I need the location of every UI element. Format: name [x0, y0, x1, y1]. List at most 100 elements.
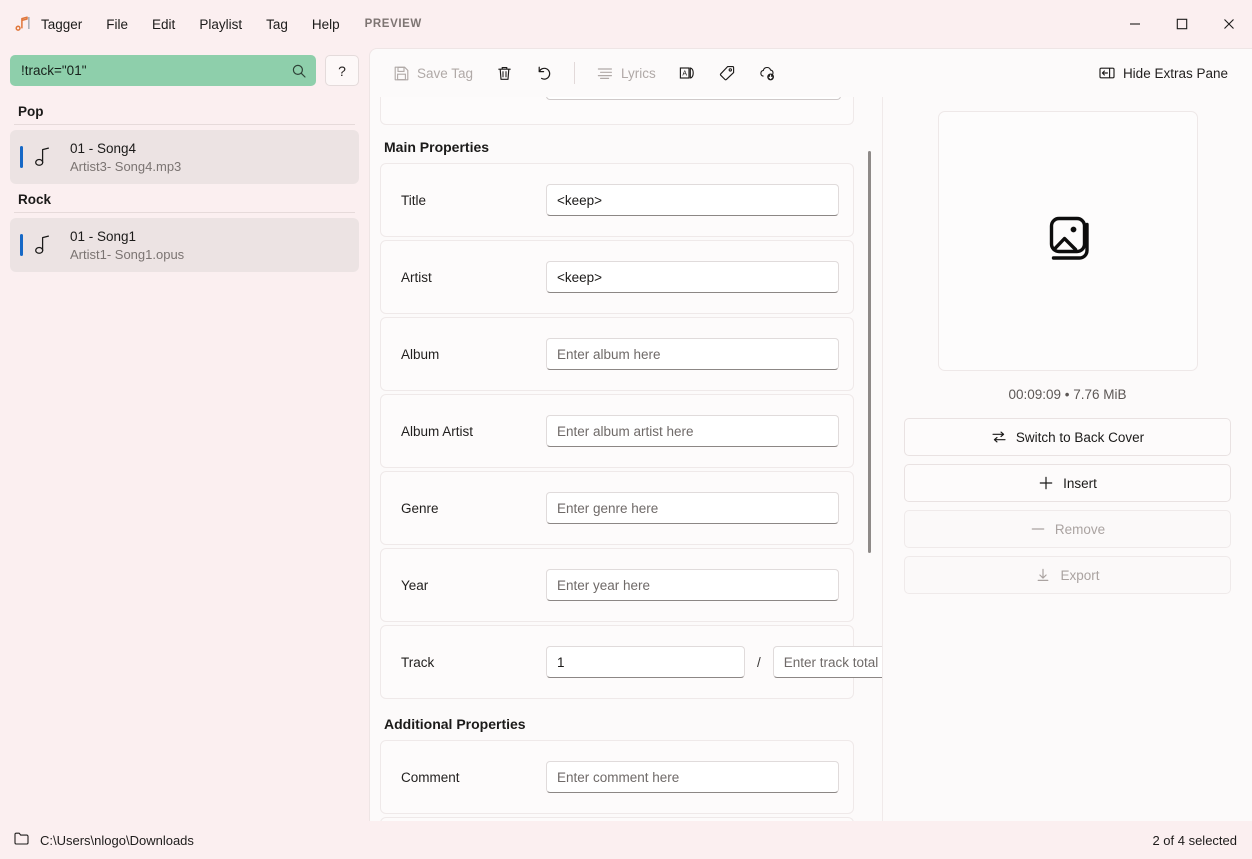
status-path-group[interactable]: C:\Users\nlogo\Downloads	[13, 830, 194, 850]
track-group-pop: Pop 01 - Song4 Artist3- Song4.mp3	[10, 98, 359, 184]
insert-cover-button[interactable]: Insert	[904, 464, 1231, 502]
content-pane: Save Tag Lyrics A Hide Extras Pane Main …	[369, 48, 1252, 821]
text-box-icon: A	[678, 64, 696, 82]
search-input[interactable]	[21, 63, 291, 78]
group-divider	[14, 124, 355, 125]
track-title: 01 - Song4	[70, 140, 137, 156]
trash-icon	[495, 64, 513, 82]
status-bar: C:\Users\nlogo\Downloads 2 of 4 selected	[0, 821, 1252, 859]
field-label: Year	[401, 577, 429, 593]
track-total-input[interactable]	[772, 646, 882, 678]
properties-scroll-area[interactable]: Main Properties Title Artist Album	[380, 97, 882, 821]
list-item[interactable]: 01 - Song4 Artist3- Song4.mp3	[10, 130, 359, 184]
menu-item-edit[interactable]: Edit	[140, 13, 187, 36]
menu-bar: Tagger File Edit Playlist Tag Help PREVI…	[41, 13, 422, 36]
toolbar-divider	[574, 62, 576, 84]
hide-extras-pane-label: Hide Extras Pane	[1122, 65, 1228, 81]
save-icon	[392, 64, 410, 82]
tagger-window: Tagger File Edit Playlist Tag Help PREVI…	[0, 0, 1252, 859]
field-genre: Genre	[380, 471, 854, 545]
genre-input[interactable]	[546, 492, 839, 524]
group-header-label: Pop	[18, 104, 44, 119]
image-placeholder-icon	[1037, 208, 1099, 275]
save-tag-button[interactable]: Save Tag	[382, 57, 483, 89]
list-item-texts: 01 - Song1 Artist1- Song1.opus	[70, 229, 184, 262]
comment-input[interactable]	[546, 761, 839, 793]
search-icon[interactable]	[291, 63, 307, 79]
field-label: Album	[401, 346, 440, 362]
folder-icon	[13, 830, 30, 850]
selection-indicator	[20, 146, 23, 168]
list-item[interactable]: 01 - Song1 Artist1- Song1.opus	[10, 218, 359, 272]
convert-case-button[interactable]: A	[668, 57, 706, 89]
preview-badge: PREVIEW	[364, 18, 422, 30]
export-cover-label: Export	[1060, 567, 1100, 583]
field-label: Track	[401, 654, 435, 670]
form-scrollbar-thumb[interactable]	[868, 151, 871, 553]
switch-to-back-cover-button[interactable]: Switch to Back Cover	[904, 418, 1231, 456]
search-help-button[interactable]: ?	[325, 55, 359, 86]
insert-cover-label: Insert	[1063, 475, 1097, 491]
scrolled-field-card-partial[interactable]	[380, 97, 854, 125]
tag-icon	[718, 64, 736, 82]
menu-item-tag[interactable]: Tag	[254, 13, 300, 36]
field-comment: Comment	[380, 740, 854, 814]
maximize-button[interactable]	[1158, 0, 1205, 48]
status-selection-label: 2 of 4 selected	[1152, 832, 1237, 848]
sidebar: ? Pop 01 - So	[0, 48, 369, 821]
switch-to-back-cover-label: Switch to Back Cover	[1015, 429, 1145, 445]
app-logo-icon	[13, 15, 32, 34]
panel-collapse-icon	[1098, 64, 1116, 82]
group-header-label: Rock	[18, 192, 52, 207]
close-button[interactable]	[1205, 0, 1252, 48]
field-year: Year	[380, 548, 854, 622]
swap-icon	[991, 429, 1007, 445]
group-divider	[14, 212, 355, 213]
field-album: Album	[380, 317, 854, 391]
menu-item-playlist[interactable]: Playlist	[187, 13, 254, 36]
album-artist-input[interactable]	[546, 415, 839, 447]
field-artist: Artist	[380, 240, 854, 314]
main-properties-title: Main Properties	[384, 139, 490, 155]
editor-toolbar: Save Tag Lyrics A Hide Extras Pane	[370, 49, 1252, 97]
track-title: 01 - Song1	[70, 228, 137, 244]
scrolled-field-input-partial[interactable]	[546, 97, 841, 100]
minimize-button[interactable]	[1111, 0, 1158, 48]
properties-form: Main Properties Title Artist Album	[370, 97, 882, 821]
menu-item-file[interactable]: File	[94, 13, 140, 36]
hide-extras-pane-button[interactable]: Hide Extras Pane	[1088, 57, 1238, 89]
plus-icon	[1038, 475, 1054, 491]
album-input[interactable]	[546, 338, 839, 370]
undo-button[interactable]	[525, 57, 563, 89]
cloud-download-icon	[758, 64, 776, 82]
menu-item-help[interactable]: Help	[300, 13, 352, 36]
download-tag-button[interactable]	[748, 57, 786, 89]
cover-metadata: 00:09:09 • 7.76 MiB	[1008, 387, 1127, 402]
track-filename: Artist1- Song1.opus	[70, 246, 185, 262]
remove-cover-button[interactable]: Remove	[904, 510, 1231, 548]
menu-item-app[interactable]: Tagger	[41, 13, 94, 36]
music-note-icon	[32, 234, 54, 256]
tag-button[interactable]	[708, 57, 746, 89]
lyrics-button[interactable]: Lyrics	[586, 57, 666, 89]
minus-icon	[1030, 521, 1046, 537]
title-input[interactable]	[546, 184, 839, 216]
search-box[interactable]	[10, 55, 316, 86]
field-label: Title	[401, 192, 427, 208]
year-input[interactable]	[546, 569, 839, 601]
title-bar: Tagger File Edit Playlist Tag Help PREVI…	[0, 0, 1252, 48]
track-inputs-row: /	[546, 646, 882, 678]
field-title: Title	[380, 163, 854, 237]
list-item-texts: 01 - Song4 Artist3- Song4.mp3	[70, 141, 181, 174]
artist-input[interactable]	[546, 261, 839, 293]
editor-panes: Main Properties Title Artist Album	[370, 97, 1252, 821]
form-scrollbar[interactable]	[868, 103, 871, 815]
remove-cover-label: Remove	[1054, 521, 1106, 537]
track-list[interactable]: Pop 01 - Song4 Artist3- Song4.mp3 Rock 0…	[10, 96, 359, 821]
export-cover-button[interactable]: Export	[904, 556, 1231, 594]
field-next-partial	[380, 817, 854, 821]
album-cover[interactable]	[937, 111, 1198, 371]
delete-tag-button[interactable]	[485, 57, 523, 89]
undo-icon	[535, 64, 553, 82]
track-number-input[interactable]	[546, 646, 745, 678]
